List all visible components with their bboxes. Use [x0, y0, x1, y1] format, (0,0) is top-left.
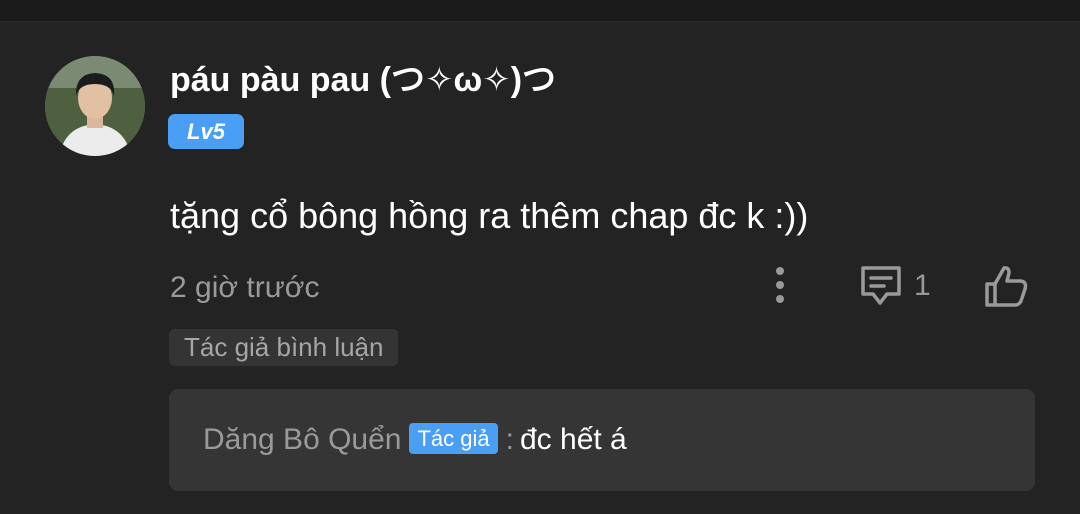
- author-badge: Tác giả: [409, 422, 498, 454]
- user-avatar[interactable]: [45, 56, 145, 156]
- more-vertical-icon: [776, 267, 784, 303]
- reply-author-name[interactable]: Dăng Bô Quển: [203, 423, 401, 456]
- avatar-photo: [45, 56, 145, 156]
- reply-preview[interactable]: Dăng Bô Quển Tác giả: đc hết á: [169, 389, 1035, 491]
- comment-timestamp: 2 giờ trước: [170, 271, 320, 304]
- top-divider-bar: [0, 0, 1080, 22]
- level-badge: Lv5: [168, 114, 244, 149]
- reply-line: Dăng Bô Quển Tác giả: đc hết á: [203, 419, 627, 461]
- author-commented-tag: Tác giả bình luận: [169, 329, 399, 366]
- thumbs-up-icon: [985, 266, 1028, 307]
- comment-username[interactable]: páu pàu pau (つ✧ω✧)つ: [170, 58, 556, 102]
- reply-button[interactable]: 1: [858, 264, 948, 308]
- more-options-button[interactable]: [762, 264, 798, 308]
- comment-icon: [861, 266, 901, 305]
- reply-text: đc hết á: [519, 423, 627, 456]
- comment-body: tặng cổ bông hồng ra thêm chap đc k :)): [170, 195, 809, 236]
- reply-separator: :: [505, 423, 514, 456]
- reply-count: 1: [914, 269, 931, 302]
- like-button[interactable]: [982, 262, 1032, 310]
